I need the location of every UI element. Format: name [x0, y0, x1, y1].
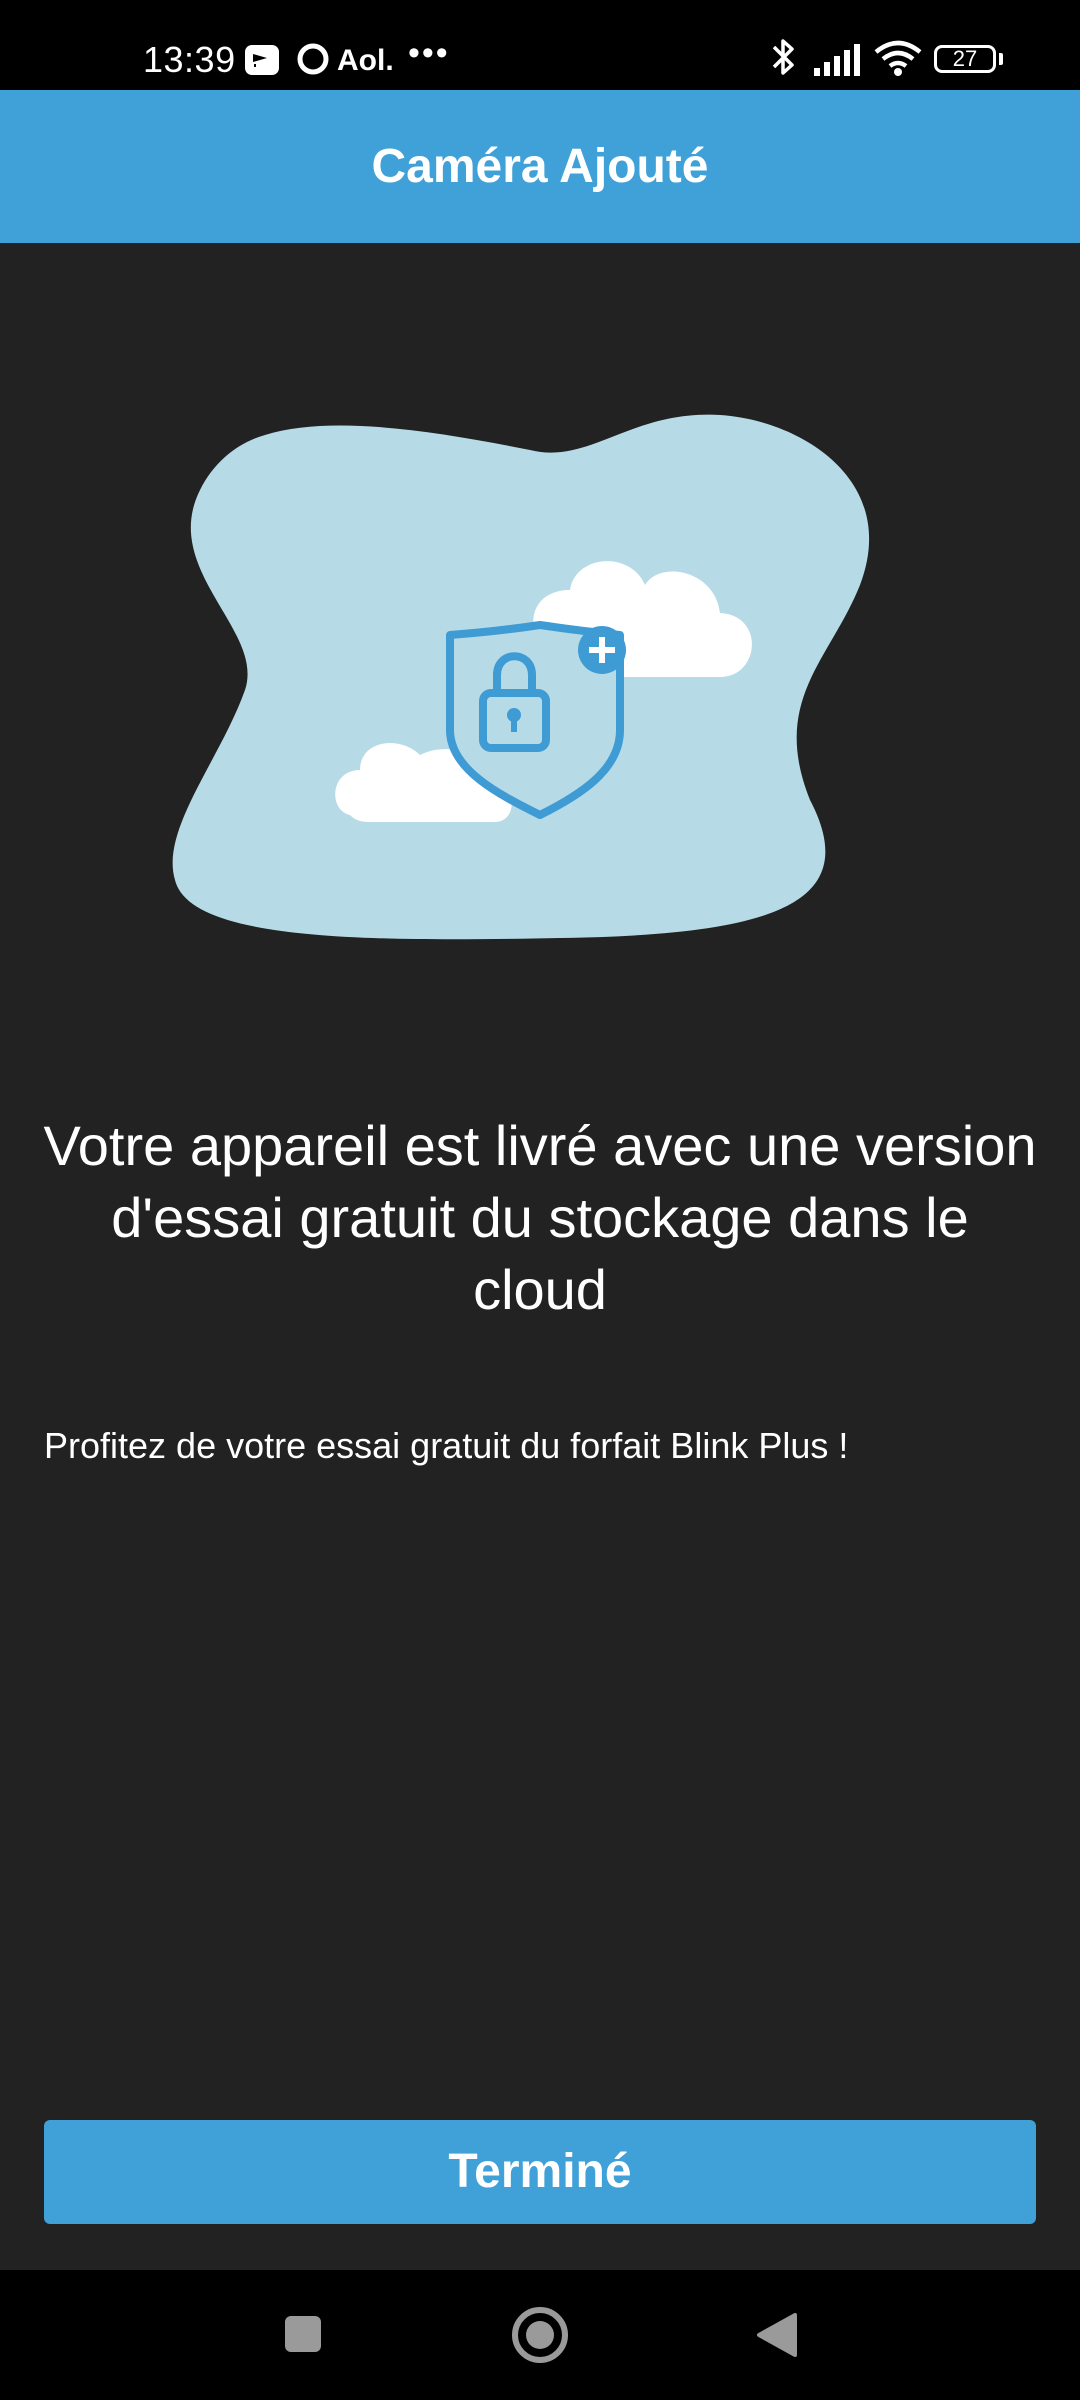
back-triangle-icon	[757, 2313, 797, 2357]
circle-notification-icon	[296, 42, 330, 81]
screen: 13:39 Aol. ••• 27 Caméra Ajouté Votre ap…	[0, 0, 1080, 2400]
cellular-signal-icon	[812, 44, 862, 81]
battery-level: 27	[952, 46, 978, 71]
recents-button[interactable]	[243, 2270, 363, 2400]
status-more-dots: •••	[408, 34, 450, 72]
headline: Votre appareil est livré avec une versio…	[43, 1114, 1037, 1321]
home-button[interactable]	[480, 2270, 600, 2400]
page-title: Caméra Ajouté	[371, 140, 709, 193]
cloud-storage-illustration	[160, 410, 920, 950]
status-bar: 13:39 Aol. ••• 27	[0, 0, 1080, 90]
wifi-icon	[874, 40, 922, 83]
app-bar: Caméra Ajouté	[0, 90, 1080, 243]
navigation-bar	[0, 2270, 1080, 2400]
back-button[interactable]	[717, 2270, 837, 2400]
home-circle-icon	[512, 2307, 568, 2363]
status-time: 13:39	[143, 39, 236, 80]
bluetooth-icon	[770, 36, 798, 83]
subtext: Profitez de votre essai gratuit du forfa…	[44, 1425, 849, 1466]
recents-square-icon	[285, 2316, 321, 2352]
done-button[interactable]: Terminé	[44, 2120, 1036, 2224]
status-carrier: Aol.	[337, 44, 394, 77]
plus-icon	[578, 626, 626, 674]
battery-cap	[999, 53, 1003, 65]
screen-cast-icon	[244, 44, 280, 81]
